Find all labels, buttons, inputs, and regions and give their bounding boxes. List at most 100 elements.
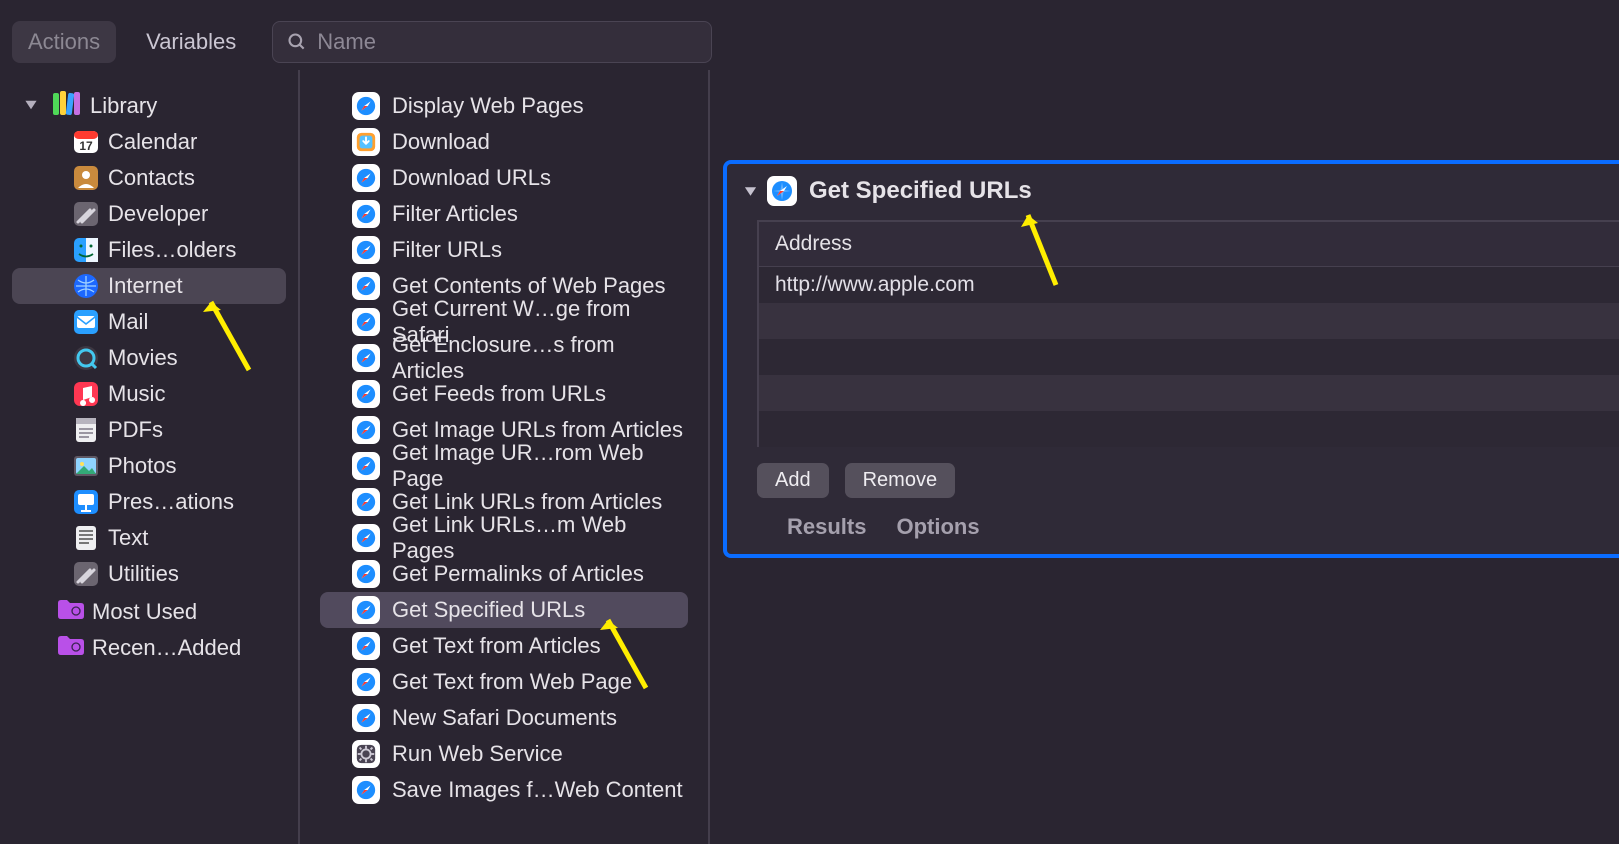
action-item[interactable]: Filter Articles <box>320 196 688 232</box>
safari-icon <box>352 92 380 120</box>
action-item[interactable]: Get Permalinks of Articles <box>320 556 688 592</box>
tab-actions[interactable]: Actions <box>12 21 116 63</box>
card-buttons: Add Remove <box>727 447 1619 506</box>
action-item[interactable]: Display Web Pages <box>320 88 688 124</box>
card-title: Get Specified URLs <box>809 177 1032 205</box>
search-icon <box>287 32 307 52</box>
action-label: Get Image UR…rom Web Page <box>392 440 688 492</box>
sidebar-item-internet[interactable]: Internet <box>12 268 286 304</box>
search-input[interactable] <box>317 29 697 55</box>
safari-icon <box>352 380 380 408</box>
sidebar-item-label: PDFs <box>108 417 163 443</box>
sidebar-item-label: Photos <box>108 453 177 479</box>
quicktime-icon <box>72 344 100 372</box>
library-root[interactable]: Library <box>12 88 286 124</box>
action-item[interactable]: New Safari Documents <box>320 700 688 736</box>
sidebar-item-label: Utilities <box>108 561 179 587</box>
sidebar-item-files-olders[interactable]: Files…olders <box>12 232 286 268</box>
tab-results[interactable]: Results <box>787 514 866 540</box>
smart-folder-label: Recen…Added <box>92 635 241 661</box>
action-item[interactable]: Get Enclosure…s from Articles <box>320 340 688 376</box>
action-label: Save Images f…Web Content <box>392 777 683 803</box>
sidebar-item-photos[interactable]: Photos <box>12 448 286 484</box>
action-item[interactable]: Run Web Service <box>320 736 688 772</box>
safari-icon <box>352 200 380 228</box>
safari-icon <box>352 668 380 696</box>
url-row[interactable] <box>759 411 1619 447</box>
safari-icon <box>352 776 380 804</box>
action-item[interactable]: Download <box>320 124 688 160</box>
sidebar-item-calendar[interactable]: 17 Calendar <box>12 124 286 160</box>
action-item[interactable]: Save Images f…Web Content <box>320 772 688 808</box>
action-item[interactable]: Filter URLs <box>320 232 688 268</box>
action-card-get-specified-urls[interactable]: Get Specified URLs Address http://www.ap… <box>723 160 1619 558</box>
safari-icon <box>352 488 380 516</box>
sidebar-item-utilities[interactable]: Utilities <box>12 556 286 592</box>
tab-options[interactable]: Options <box>896 514 979 540</box>
sidebar-item-developer[interactable]: Developer <box>12 196 286 232</box>
action-item[interactable]: Download URLs <box>320 160 688 196</box>
smart-folder-icon <box>56 597 84 627</box>
action-item[interactable]: Get Image UR…rom Web Page <box>320 448 688 484</box>
url-row[interactable] <box>759 339 1619 375</box>
action-label: Display Web Pages <box>392 93 584 119</box>
actions-list: Display Web PagesDownloadDownload URLsFi… <box>300 70 710 844</box>
safari-icon <box>352 632 380 660</box>
url-row[interactable] <box>759 303 1619 339</box>
action-item[interactable]: Get Specified URLs <box>320 592 688 628</box>
sidebar-item-text[interactable]: Text <box>12 520 286 556</box>
smart-folder-most-used[interactable]: Most Used <box>12 594 286 630</box>
workflow-canvas[interactable]: Get Specified URLs Address http://www.ap… <box>710 70 1619 844</box>
sidebar-item-label: Mail <box>108 309 148 335</box>
action-item[interactable]: Get Text from Articles <box>320 628 688 664</box>
url-row[interactable]: http://www.apple.com <box>759 267 1619 303</box>
music-icon <box>72 380 100 408</box>
sidebar-item-music[interactable]: Music <box>12 376 286 412</box>
sidebar-item-pres-ations[interactable]: Pres…ations <box>12 484 286 520</box>
sidebar-item-contacts[interactable]: Contacts <box>12 160 286 196</box>
action-label: Get Feeds from URLs <box>392 381 606 407</box>
safari-icon <box>352 740 380 768</box>
sidebar-item-pdfs[interactable]: PDFs <box>12 412 286 448</box>
library-sidebar: Library 17 Calendar ContactsDeveloperFiles… <box>0 70 300 844</box>
sidebar-item-mail[interactable]: Mail <box>12 304 286 340</box>
toolbar: Actions Variables <box>0 0 1619 70</box>
sidebar-item-label: Calendar <box>108 129 197 155</box>
calendar-icon: 17 <box>72 128 100 156</box>
action-label: Get Enclosure…s from Articles <box>392 332 688 384</box>
safari-icon <box>352 308 380 336</box>
smart-folder-recen-added[interactable]: Recen…Added <box>12 630 286 666</box>
safari-icon <box>352 164 380 192</box>
action-label: Get Text from Web Page <box>392 669 632 695</box>
library-label: Library <box>90 93 157 119</box>
svg-text:17: 17 <box>79 139 93 153</box>
smart-folder-label: Most Used <box>92 599 197 625</box>
chevron-down-icon[interactable] <box>739 184 758 198</box>
safari-icon <box>352 416 380 444</box>
text-icon <box>72 524 100 552</box>
safari-icon <box>352 236 380 264</box>
pdf-icon <box>72 416 100 444</box>
add-button[interactable]: Add <box>757 463 829 498</box>
url-table: Address http://www.apple.com <box>757 220 1619 447</box>
remove-button[interactable]: Remove <box>845 463 955 498</box>
card-header: Get Specified URLs <box>727 166 1619 216</box>
action-item[interactable]: Get Link URLs…m Web Pages <box>320 520 688 556</box>
tab-variables[interactable]: Variables <box>130 21 252 63</box>
sidebar-item-movies[interactable]: Movies <box>12 340 286 376</box>
sidebar-item-label: Movies <box>108 345 178 371</box>
tools-icon <box>72 560 100 588</box>
action-label: New Safari Documents <box>392 705 617 731</box>
action-label: Download <box>392 129 490 155</box>
safari-icon <box>352 344 380 372</box>
library-books-icon <box>52 90 82 122</box>
action-item[interactable]: Get Text from Web Page <box>320 664 688 700</box>
action-label: Get Text from Articles <box>392 633 601 659</box>
search-field[interactable] <box>272 21 712 63</box>
safari-icon <box>352 524 380 552</box>
tools-icon <box>72 200 100 228</box>
chevron-down-icon <box>28 98 44 114</box>
safari-icon <box>352 452 380 480</box>
tab-segment: Actions Variables <box>10 21 254 63</box>
url-row[interactable] <box>759 375 1619 411</box>
